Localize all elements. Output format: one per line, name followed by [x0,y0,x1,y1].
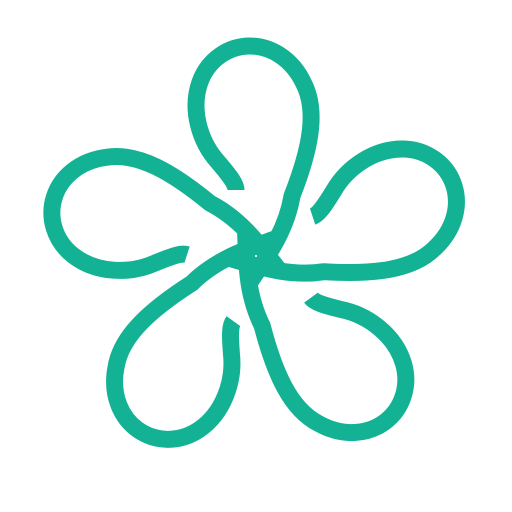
flower-logo-icon [43,37,465,448]
petals-group [43,37,465,448]
logo-canvas [0,0,512,512]
